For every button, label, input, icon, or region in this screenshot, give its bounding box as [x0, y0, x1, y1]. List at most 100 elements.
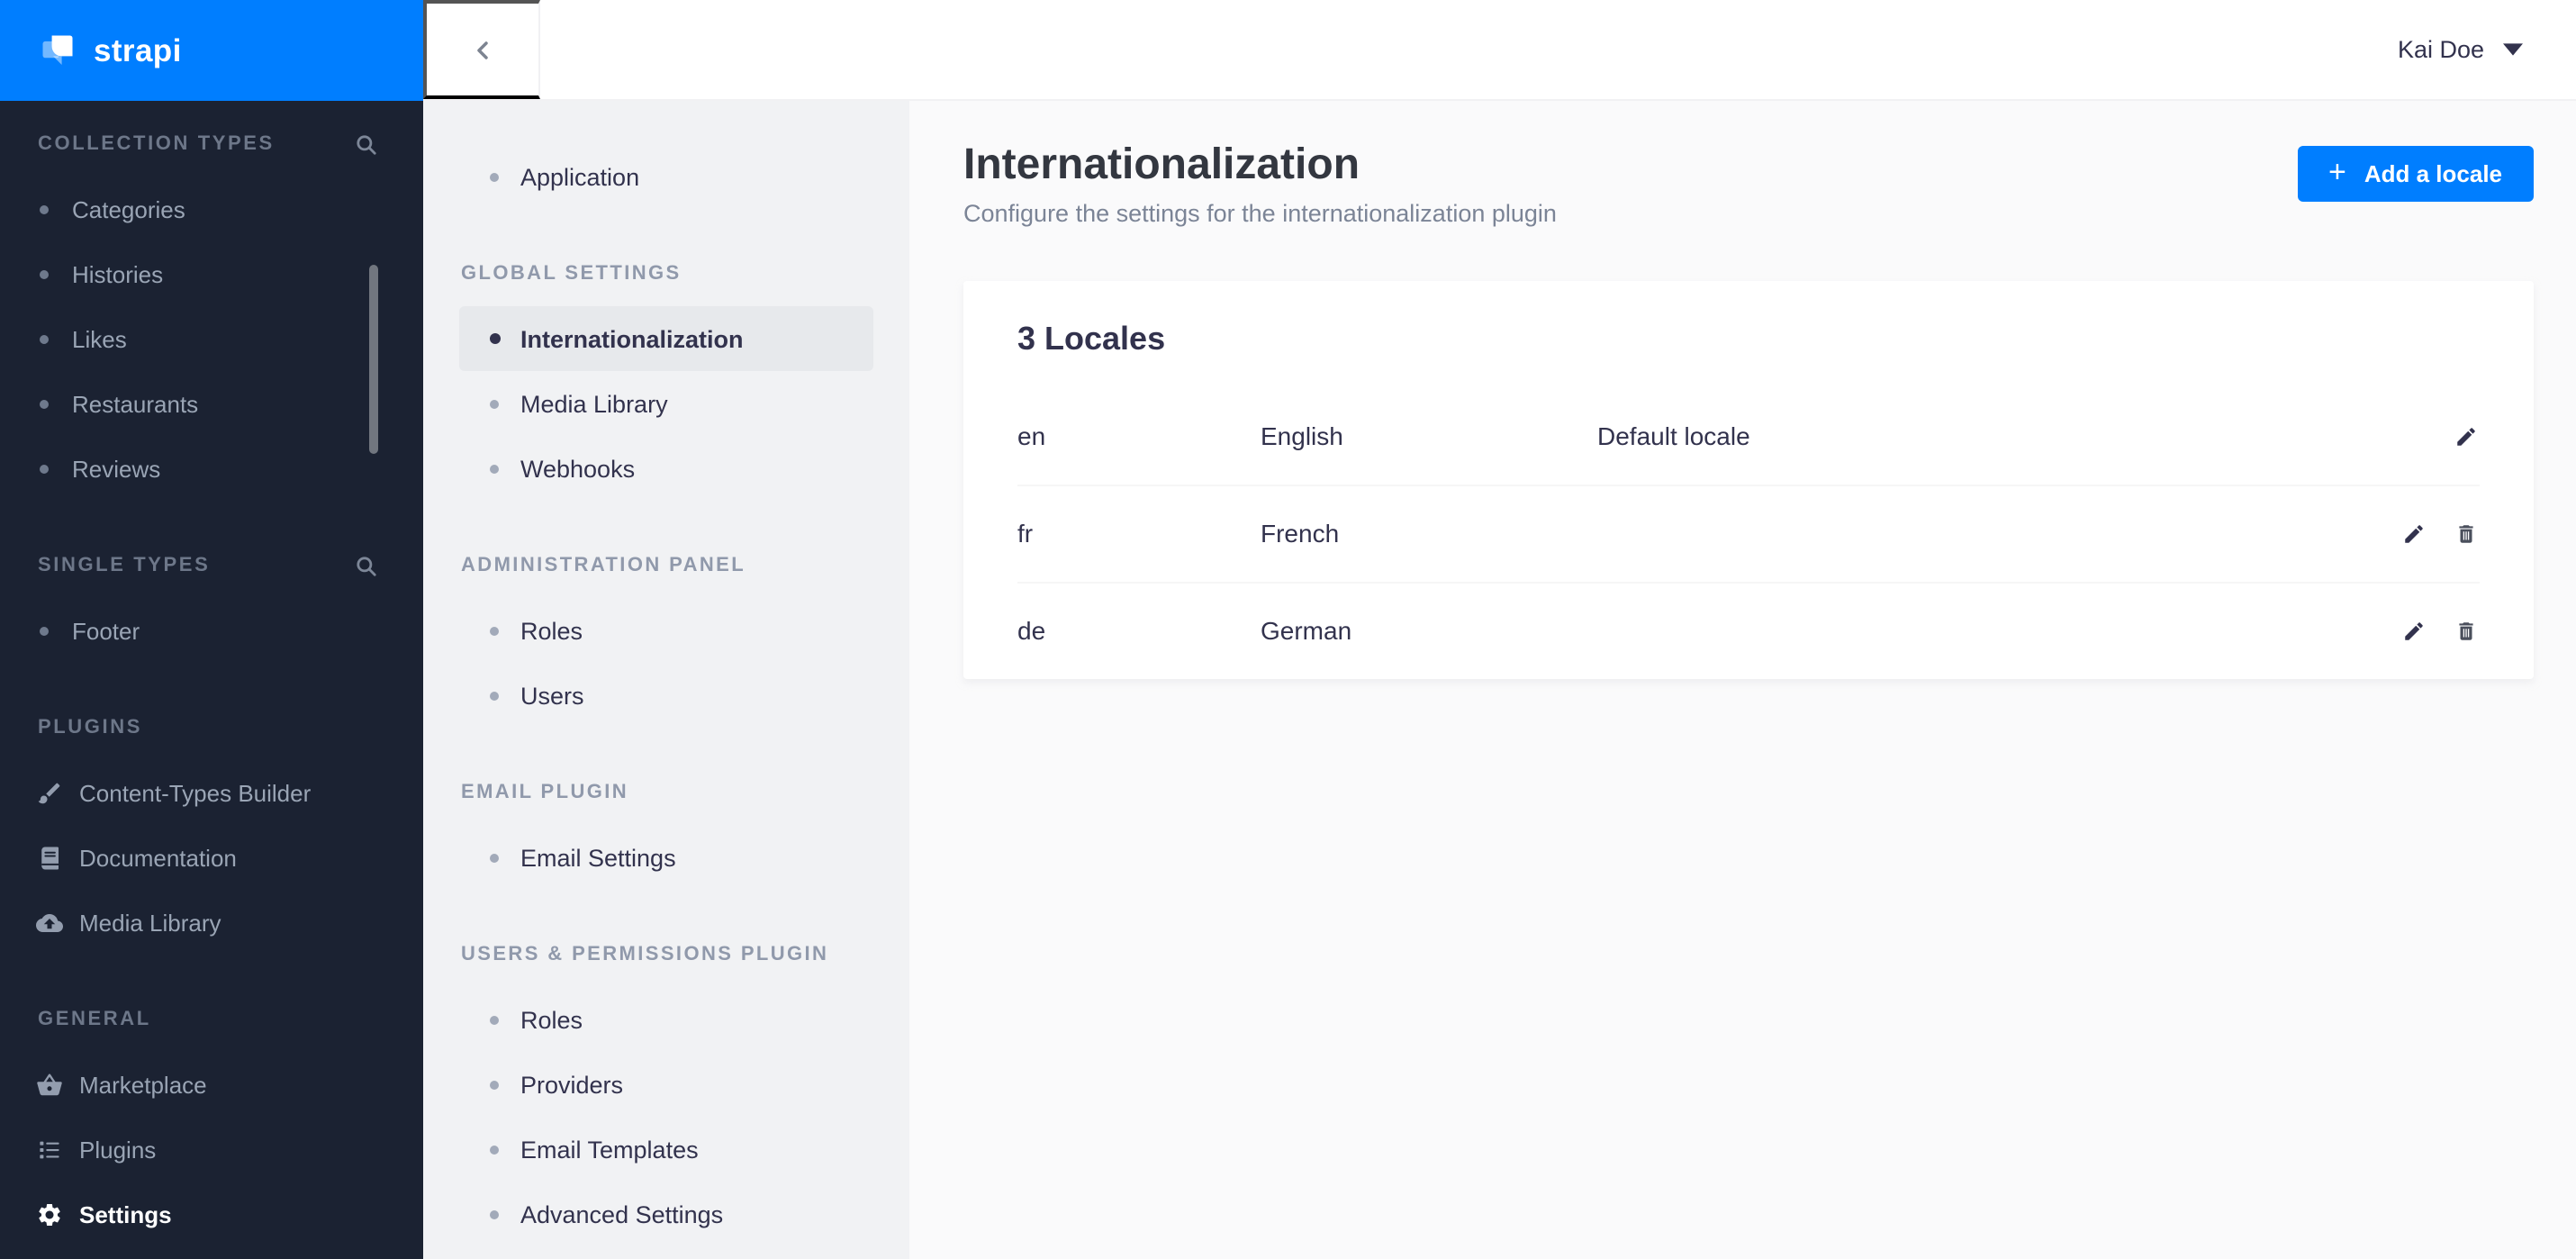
- strapi-logo[interactable]: strapi: [0, 0, 423, 101]
- add-locale-button[interactable]: + Add a locale: [2297, 146, 2533, 202]
- sidebar-item-categories[interactable]: Categories: [0, 177, 423, 241]
- table-row-fr[interactable]: fr French: [1017, 484, 2479, 582]
- sidebar-item-settings[interactable]: Settings: [0, 1182, 423, 1246]
- settings-item-email-settings[interactable]: Email Settings: [459, 825, 873, 890]
- nav-section-header: PLUGINS: [0, 713, 423, 742]
- bullet-icon: [490, 172, 499, 181]
- sidebar-item-histories[interactable]: Histories: [0, 241, 423, 306]
- settings-section-users-permissions-plugin: USERS & PERMISSIONS PLUGIN Roles Provide…: [423, 940, 909, 1246]
- locale-code: fr: [1017, 519, 1034, 548]
- settings-item-up-roles[interactable]: Roles: [459, 987, 873, 1052]
- bullet-icon: [490, 399, 499, 408]
- sidebar-item-reviews[interactable]: Reviews: [0, 436, 423, 501]
- sidebar-item-label: Marketplace: [79, 1071, 207, 1098]
- settings-item-label: Providers: [520, 1071, 624, 1098]
- settings-item-label: Email Settings: [520, 844, 676, 871]
- nav-section-header: GENERAL: [0, 1005, 423, 1034]
- page-title: Internationalization: [963, 140, 1360, 189]
- bullet-icon: [40, 626, 49, 635]
- user-menu[interactable]: Kai Doe: [2398, 36, 2576, 63]
- bullet-icon: [490, 853, 499, 862]
- delete-locale-button[interactable]: [2452, 521, 2479, 548]
- chevron-left-icon: [477, 41, 488, 59]
- sidebar-item-marketplace[interactable]: Marketplace: [0, 1052, 423, 1117]
- sidebar-item-label: Likes: [72, 325, 127, 352]
- edit-locale-button[interactable]: [2400, 618, 2427, 645]
- bullet-icon: [490, 691, 499, 700]
- settings-item-email-templates[interactable]: Email Templates: [459, 1117, 873, 1182]
- row-actions: [2400, 618, 2479, 645]
- settings-item-admin-roles[interactable]: Roles: [459, 598, 873, 663]
- nav-section-general: GENERAL Marketplace Plugins Settings: [0, 1005, 423, 1246]
- settings-section-header: ADMINISTRATION PANEL: [461, 555, 746, 576]
- bullet-icon: [490, 464, 499, 473]
- settings-item-application[interactable]: Application: [459, 144, 873, 209]
- sidebar-item-restaurants[interactable]: Restaurants: [0, 371, 423, 436]
- nav-section-header: COLLECTION TYPES: [0, 130, 423, 159]
- settings-item-label: Advanced Settings: [520, 1200, 724, 1227]
- locale-code: de: [1017, 616, 1046, 646]
- back-button[interactable]: [423, 0, 540, 99]
- edit-locale-button[interactable]: [2400, 521, 2427, 548]
- pencil-icon: [2456, 427, 2474, 446]
- sidebar-item-label: Reviews: [72, 455, 161, 482]
- book-icon: [41, 846, 59, 869]
- sidebar-item-footer[interactable]: Footer: [0, 598, 423, 663]
- locales-card: 3 Locales en English Default locale fr F…: [963, 280, 2533, 679]
- user-name: Kai Doe: [2397, 36, 2484, 63]
- sidebar-item-likes[interactable]: Likes: [0, 306, 423, 371]
- table-row-de[interactable]: de German: [1017, 581, 2479, 679]
- table-row-en[interactable]: en English Default locale: [1017, 389, 2479, 485]
- sidebar-item-label: Media Library: [79, 909, 221, 936]
- locale-code: en: [1017, 421, 1046, 451]
- gear-icon: [39, 1203, 60, 1225]
- settings-section-application: Application: [423, 144, 909, 209]
- settings-item-label: Media Library: [520, 390, 668, 417]
- locales-table: en English Default locale fr French de G…: [1017, 389, 2479, 679]
- settings-section-header: EMAIL PLUGIN: [461, 782, 629, 803]
- add-locale-label: Add a locale: [2364, 160, 2502, 187]
- sidebar-item-plugins[interactable]: Plugins: [0, 1117, 423, 1182]
- sidebar-item-label: Restaurants: [72, 390, 199, 417]
- nav-section-plugins: PLUGINS Content-Types Builder Documentat…: [0, 713, 423, 955]
- delete-locale-button[interactable]: [2452, 618, 2479, 645]
- list-icon: [40, 1140, 59, 1158]
- search-icon[interactable]: [355, 132, 378, 156]
- bullet-icon: [40, 464, 49, 473]
- settings-item-label: Roles: [520, 1006, 583, 1033]
- sidebar-item-label: Content-Types Builder: [79, 779, 312, 806]
- settings-item-advanced-settings[interactable]: Advanced Settings: [459, 1182, 873, 1246]
- sidebar-item-media-library[interactable]: Media Library: [0, 890, 423, 955]
- strapi-admin-app: strapi COLLECTION TYPES Categories Histo…: [0, 0, 2576, 1259]
- settings-sidebar: Application GLOBAL SETTINGS Internationa…: [423, 101, 909, 1259]
- settings-item-label: Internationalization: [520, 325, 744, 352]
- sidebar-item-label: Histories: [72, 260, 164, 287]
- sidebar-item-documentation[interactable]: Documentation: [0, 825, 423, 890]
- bullet-icon: [490, 1209, 499, 1218]
- edit-locale-button[interactable]: [2452, 423, 2479, 450]
- strapi-logo-text: strapi: [94, 32, 182, 68]
- sidebar-item-label: Plugins: [79, 1136, 157, 1163]
- bullet-icon: [40, 269, 49, 278]
- settings-section-administration-panel: ADMINISTRATION PANEL Roles Users: [423, 551, 909, 728]
- search-icon[interactable]: [355, 554, 378, 577]
- settings-section-global-settings: GLOBAL SETTINGS Internationalization Med…: [423, 259, 909, 501]
- nav-section-header-label: GENERAL: [38, 1009, 151, 1030]
- sidebar-item-label: Documentation: [79, 844, 237, 871]
- nav-section-header-label: PLUGINS: [38, 717, 142, 738]
- sidebar-scrollbar[interactable]: [369, 265, 378, 454]
- bullet-icon: [490, 1080, 499, 1089]
- settings-item-media-library[interactable]: Media Library: [459, 371, 873, 436]
- settings-item-internationalization[interactable]: Internationalization: [459, 306, 873, 371]
- sidebar-item-content-types-builder[interactable]: Content-Types Builder: [0, 760, 423, 825]
- pencil-icon: [2404, 524, 2422, 543]
- settings-item-admin-users[interactable]: Users: [459, 663, 873, 728]
- settings-item-providers[interactable]: Providers: [459, 1052, 873, 1117]
- bullet-icon: [40, 334, 49, 343]
- settings-section-header: USERS & PERMISSIONS PLUGIN: [461, 944, 829, 965]
- pencil-icon: [2404, 621, 2422, 640]
- settings-item-webhooks[interactable]: Webhooks: [459, 436, 873, 501]
- settings-item-label: Email Templates: [520, 1136, 699, 1163]
- nav-section-header-label: SINGLE TYPES: [38, 555, 211, 576]
- nav-section-single-types: SINGLE TYPES Footer: [0, 551, 423, 663]
